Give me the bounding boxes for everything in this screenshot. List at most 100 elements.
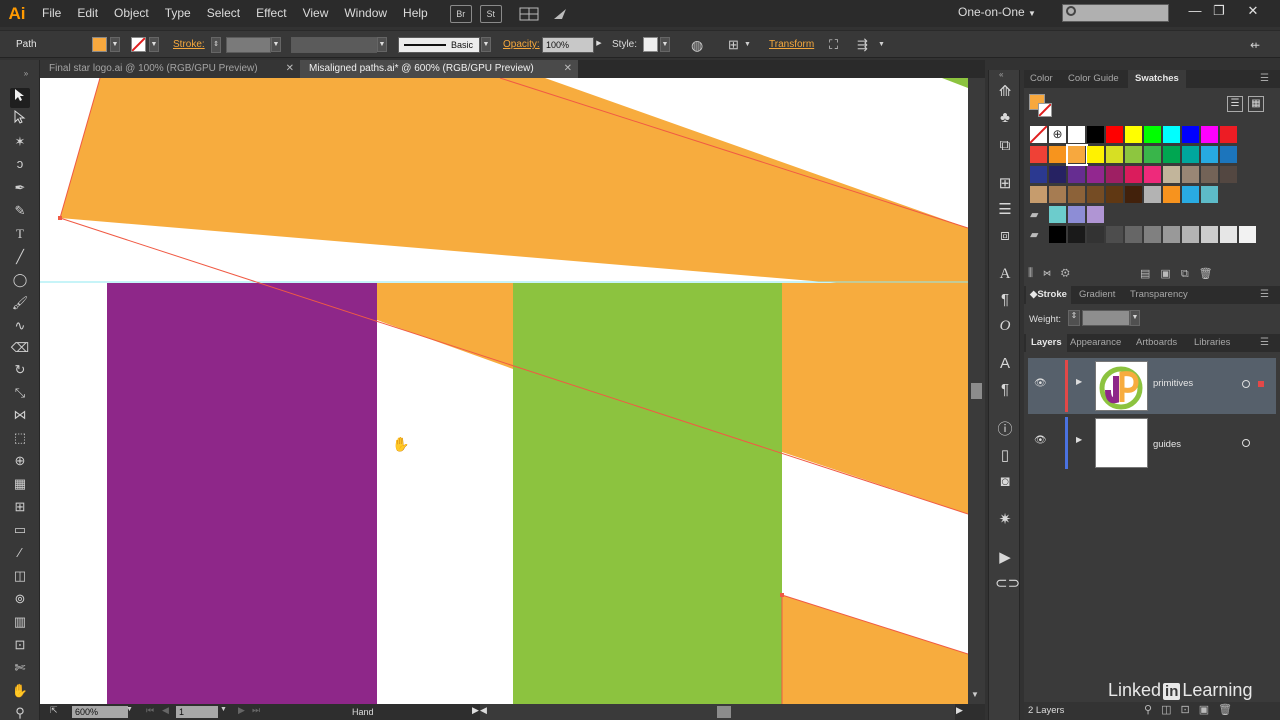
type-tool-icon[interactable]: T [10,224,30,244]
color-swatch[interactable] [1182,146,1200,164]
orange-band-upper[interactable] [60,78,968,294]
width-tool-icon[interactable]: ⋈ [10,405,30,425]
color-swatch[interactable] [1163,146,1181,164]
color-swatch[interactable] [1049,146,1067,164]
scrollbar-thumb[interactable] [971,383,982,399]
pen-tool-icon[interactable]: ✒ [10,178,30,198]
color-swatch[interactable] [1201,226,1219,244]
color-group-folder-icon[interactable]: ▰ [1030,208,1048,226]
color-swatch[interactable] [1087,166,1105,184]
panel-menu-icon[interactable]: ☰ [1260,70,1269,88]
restore-button[interactable]: ❐ [1210,3,1228,19]
color-swatch[interactable] [1106,126,1124,144]
color-swatch[interactable] [1087,226,1105,244]
column-graph-tool-icon[interactable]: ▥ [10,612,30,632]
tab-color[interactable]: Color [1030,70,1053,88]
registration-swatch-icon[interactable]: ⊕ [1049,126,1067,144]
menu-edit[interactable]: Edit [69,0,106,27]
weight-stepper[interactable]: ⇕ [1068,310,1080,326]
color-swatch[interactable] [1106,226,1124,244]
anchor-point[interactable] [58,216,62,220]
character-icon[interactable]: A [995,264,1015,284]
info-icon[interactable]: ⓘ [995,420,1015,440]
actions-icon[interactable]: ▶ [995,548,1015,568]
links-chain-icon[interactable]: ⊂⊃ [995,574,1020,594]
color-swatch[interactable] [1144,126,1162,144]
purple-rectangle[interactable] [107,283,377,704]
tab-swatches[interactable]: Swatches [1128,70,1186,88]
delete-layer-icon[interactable]: 🗑 [1218,704,1241,716]
zoom-dropdown[interactable]: ▼ [126,706,133,713]
color-swatch[interactable] [1182,226,1200,244]
graphic-style-dropdown[interactable]: ▼ [660,37,670,52]
scroll-left-arrow[interactable]: ◀ [480,705,487,716]
color-swatch[interactable] [1106,146,1124,164]
layer-name[interactable]: guides [1153,439,1181,450]
list-view-icon[interactable]: ☰ [1227,96,1243,112]
paintbrush-tool-icon[interactable]: 🖌 [10,293,30,313]
stroke-label[interactable]: Stroke: [173,31,205,59]
collapse-panels-icon[interactable]: « [999,70,1003,79]
arrange-documents-icon[interactable] [516,5,542,23]
show-kinds-icon[interactable]: ⋈ [1043,267,1061,279]
recolor-artwork-icon[interactable]: ◍ [691,31,703,59]
color-swatch[interactable] [1087,146,1105,164]
tab-gradient[interactable]: Gradient [1079,286,1115,304]
panel-menu-icon[interactable]: ☰ [1260,286,1269,304]
rotate-tool-icon[interactable]: ↻ [10,360,30,380]
stroke-dropdown[interactable]: ▼ [149,37,159,52]
direct-selection-tool-icon[interactable] [10,109,30,130]
opentype-icon[interactable]: O [995,316,1015,336]
thumbnail-view-icon[interactable]: ▦ [1248,96,1264,112]
color-swatch[interactable] [1201,146,1219,164]
menu-object[interactable]: Object [106,0,157,27]
isolate-icon[interactable]: ⛶ [829,31,838,59]
tab-layers[interactable]: Layers [1026,334,1067,352]
hand-tool-icon[interactable]: ✋ [10,681,30,701]
color-swatch[interactable] [1030,146,1048,164]
color-swatch[interactable] [1068,126,1086,144]
menu-select[interactable]: Select [199,0,248,27]
menu-file[interactable]: File [34,0,69,27]
asset-export-icon[interactable]: ⧉ [995,136,1015,156]
tab-libraries[interactable]: Libraries [1194,334,1230,352]
align-options-icon[interactable]: ⇶ [857,31,868,59]
selection-indicator[interactable] [1258,381,1264,387]
color-swatch[interactable] [1201,166,1219,184]
tab-appearance[interactable]: Appearance [1070,334,1121,352]
clipping-mask-icon[interactable]: ◫ [1161,704,1180,716]
menu-window[interactable]: Window [336,0,395,27]
color-swatch[interactable] [1068,166,1086,184]
paragraph-styles-icon[interactable]: ¶ [995,380,1015,400]
new-swatch-icon[interactable]: ▣ [1160,268,1180,280]
blend-tool-icon[interactable]: ◫ [10,566,30,586]
selection-tool-icon[interactable] [10,88,30,108]
orange-band-right[interactable] [782,283,968,514]
scale-tool-icon[interactable]: ⤡ [10,383,30,403]
last-artboard-icon[interactable]: ⏭ [252,705,260,716]
stroke-swatch[interactable] [131,37,146,52]
artboard-tool-icon[interactable]: ⊡ [10,635,30,655]
menu-type[interactable]: Type [157,0,199,27]
opacity-field[interactable]: 100% [542,37,594,53]
fill-swatch[interactable] [92,37,107,52]
document-info-icon[interactable]: ▯ [995,446,1015,466]
next-artboard-icon[interactable]: ▶ [238,705,245,716]
color-swatch[interactable] [1125,186,1143,204]
eyedropper-tool-icon[interactable]: ⁄ [10,543,30,563]
color-swatch[interactable] [1220,166,1238,184]
fill-dropdown[interactable]: ▼ [110,37,120,52]
links-icon[interactable]: ◙ [995,472,1015,492]
magic-wand-tool-icon[interactable]: ✶ [10,132,30,152]
tab-misaligned-paths[interactable]: Misaligned paths.ai* @ 600% (RGB/GPU Pre… [300,60,578,78]
character-styles-icon[interactable]: A [995,354,1015,374]
color-swatch[interactable] [1087,126,1105,144]
align-to-icon[interactable]: ⊞ [728,31,739,59]
green-rectangle[interactable] [513,283,782,704]
color-swatch[interactable] [1125,166,1143,184]
shape-builder-tool-icon[interactable]: ⊕ [10,451,30,471]
expand-layer-icon[interactable]: ▶ [1076,377,1082,386]
variable-width-profile[interactable] [291,37,377,53]
color-swatch[interactable] [1144,226,1162,244]
slice-tool-icon[interactable]: ✄ [10,658,30,678]
